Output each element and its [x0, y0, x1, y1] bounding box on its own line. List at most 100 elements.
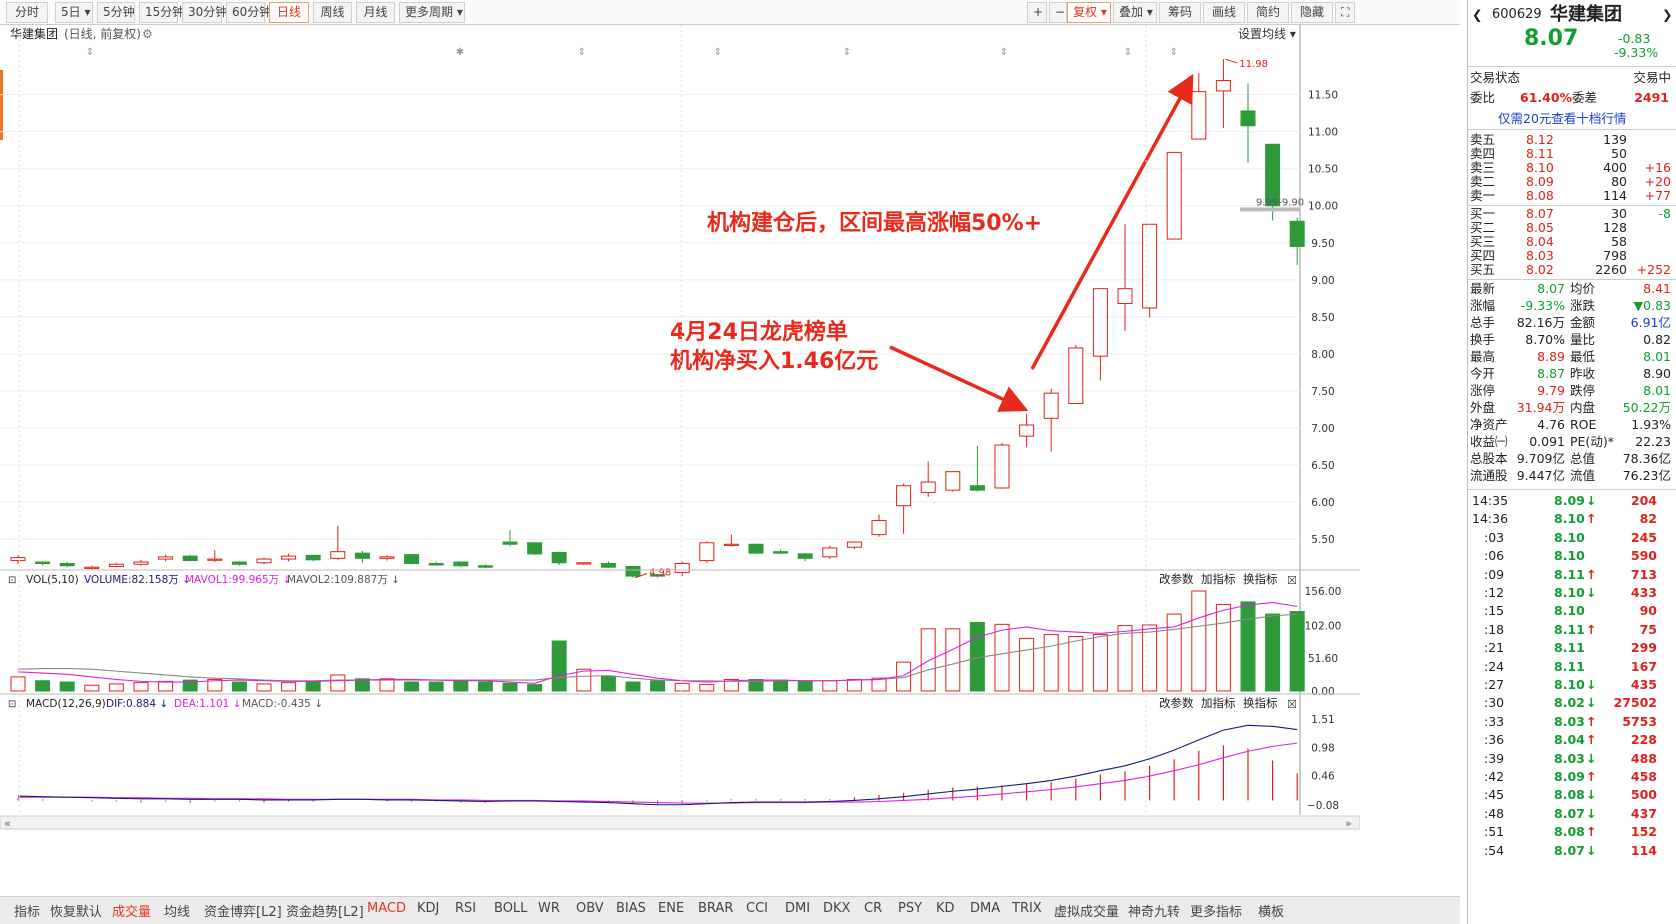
volume-bar[interactable] — [84, 684, 100, 692]
volume-bar[interactable] — [477, 681, 493, 692]
set-ma-button[interactable]: 设置均线 ▾ — [1238, 27, 1296, 41]
indicator-tab-22[interactable]: TRIX — [1012, 901, 1042, 916]
indicator-tab-15[interactable]: CCI — [746, 901, 768, 916]
candle-body[interactable] — [182, 555, 198, 562]
indicator-tab-11[interactable]: OBV — [576, 901, 604, 916]
candle-body[interactable] — [1117, 288, 1133, 305]
volume-bar[interactable] — [133, 682, 149, 692]
candle-body[interactable] — [600, 563, 616, 568]
indicator-tab-4[interactable]: 资金博弈[L2] — [204, 901, 282, 920]
candle-body[interactable] — [207, 558, 223, 561]
volume-bar[interactable] — [1240, 601, 1256, 692]
candle-body[interactable] — [945, 471, 961, 491]
candle-body[interactable] — [699, 542, 715, 562]
indicator-tab-9[interactable]: BOLL — [494, 901, 527, 916]
candle-body[interactable] — [1166, 151, 1182, 240]
period-tab-1[interactable]: 5日 ▾ — [55, 2, 93, 23]
period-tab-6[interactable]: 日线 — [269, 2, 309, 23]
settings-icon[interactable]: ⚙ — [142, 27, 153, 41]
volume-bar[interactable] — [1043, 634, 1059, 692]
volume-bar[interactable] — [428, 681, 444, 692]
indicator-tab-19[interactable]: PSY — [898, 901, 922, 916]
volume-bar[interactable] — [699, 684, 715, 692]
volume-bar[interactable] — [994, 623, 1010, 692]
indicator-tab-12[interactable]: BIAS — [616, 901, 646, 916]
volume-bar[interactable] — [1092, 634, 1108, 692]
candle-body[interactable] — [1289, 220, 1305, 247]
macd-btn-1[interactable]: 加指标 — [1201, 696, 1236, 710]
volume-bar[interactable] — [625, 681, 641, 692]
scroll-right-icon[interactable]: » — [1345, 817, 1352, 830]
event-marker[interactable]: ⇕ — [843, 47, 851, 58]
period-tab-4[interactable]: 30分钟 — [182, 2, 227, 23]
candle-body[interactable] — [354, 552, 370, 559]
fullscreen-icon[interactable]: ⛶ — [1335, 2, 1355, 23]
candle-body[interactable] — [281, 555, 297, 560]
indicator-tab-10[interactable]: WR — [538, 901, 560, 916]
volume-bar[interactable] — [551, 640, 567, 692]
volume-bar[interactable] — [650, 680, 666, 692]
indicator-tab-25[interactable]: 更多指标 — [1190, 901, 1242, 920]
volume-bar[interactable] — [281, 682, 297, 692]
indicator-tab-6[interactable]: MACD — [367, 901, 406, 916]
vol-btn-1[interactable]: 加指标 — [1201, 572, 1236, 586]
event-marker[interactable]: ✱ — [456, 47, 464, 58]
event-marker[interactable]: ⇕ — [714, 47, 722, 58]
toolbar-button-7[interactable]: 隐藏 — [1291, 2, 1333, 23]
period-tab-5[interactable]: 60分钟 — [226, 2, 271, 23]
candle-body[interactable] — [969, 485, 985, 491]
indicator-tab-5[interactable]: 资金趋势[L2] — [286, 901, 364, 920]
volume-bar[interactable] — [1215, 603, 1231, 692]
candle-body[interactable] — [84, 566, 100, 569]
kline-chart[interactable]: 华建集团 (日线, 前复权) ⚙ 设置均线 ▾ ⇕ ✱ ⇕ ⇕ ⇕ ⇕ ⇕ ⇕ 11.50 11.00 10… — [0, 25, 1360, 896]
volume-bar[interactable] — [674, 682, 690, 692]
candle-body[interactable] — [674, 563, 690, 573]
candle-body[interactable] — [527, 542, 543, 555]
candle-body[interactable] — [773, 551, 789, 554]
candle-body[interactable] — [1191, 91, 1207, 140]
volume-bar[interactable] — [404, 681, 420, 692]
volume-bar[interactable] — [108, 683, 124, 692]
event-marker[interactable]: ⇕ — [578, 47, 586, 58]
candle-body[interactable] — [723, 543, 739, 546]
candle-body[interactable] — [256, 558, 272, 564]
candle-body[interactable] — [35, 561, 51, 565]
candle-body[interactable] — [158, 556, 174, 560]
volume-bar[interactable] — [945, 628, 961, 692]
volume-bar[interactable] — [773, 679, 789, 692]
volume-bar[interactable] — [10, 676, 26, 692]
volume-bar[interactable] — [231, 681, 247, 692]
volume-bar[interactable] — [1019, 637, 1035, 692]
volume-bar[interactable] — [1142, 624, 1158, 692]
candle-body[interactable] — [477, 565, 493, 568]
toolbar-button-4[interactable]: 筹码 — [1159, 2, 1201, 23]
candle-body[interactable] — [453, 561, 469, 567]
toolbar-button-1[interactable]: − — [1049, 2, 1067, 23]
candle-body[interactable] — [1043, 392, 1059, 419]
macd-btn-0[interactable]: 改参数 — [1159, 696, 1194, 710]
candle-body[interactable] — [133, 561, 149, 565]
candle-body[interactable] — [1142, 223, 1158, 309]
indicator-tab-16[interactable]: DMI — [785, 901, 810, 916]
candle-body[interactable] — [994, 444, 1010, 489]
volume-bar[interactable] — [305, 681, 321, 692]
period-tab-3[interactable]: 15分钟 — [139, 2, 184, 23]
volume-bar[interactable] — [822, 680, 838, 692]
volume-bar[interactable] — [1289, 611, 1305, 692]
promo-row[interactable]: 仅需20元查看十档行情 — [1468, 110, 1676, 128]
candle-body[interactable] — [920, 481, 936, 493]
event-marker[interactable]: ⇕ — [1170, 47, 1178, 58]
candle-body[interactable] — [625, 565, 641, 577]
indicator-tab-3[interactable]: 均线 — [164, 901, 190, 920]
period-tab-7[interactable]: 周线 — [313, 2, 352, 23]
period-tab-0[interactable]: 分时 — [6, 2, 48, 23]
candle-body[interactable] — [871, 520, 887, 536]
volume-bar[interactable] — [920, 628, 936, 692]
indicator-tab-18[interactable]: CR — [864, 901, 882, 916]
indicator-tab-14[interactable]: BRAR — [698, 901, 733, 916]
candle-body[interactable] — [502, 541, 518, 545]
candle-body[interactable] — [59, 563, 75, 567]
volume-bar[interactable] — [330, 674, 346, 692]
macd-btn-2[interactable]: 换指标 — [1243, 696, 1278, 710]
toolbar-button-2[interactable]: 复权 ▾ — [1067, 2, 1111, 23]
